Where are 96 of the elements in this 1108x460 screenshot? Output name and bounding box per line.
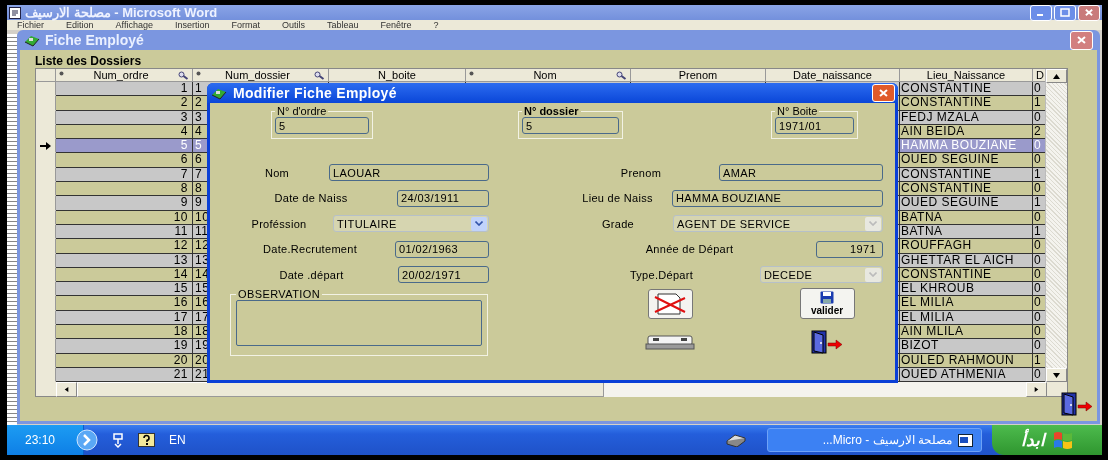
- field-label: Lieu de Naiss: [581, 192, 654, 204]
- menu-item[interactable]: Fichier: [17, 20, 44, 30]
- minimize-button[interactable]: [1030, 5, 1052, 21]
- plug-icon[interactable]: [112, 432, 124, 448]
- close-button[interactable]: [872, 84, 895, 102]
- close-icon: [1076, 35, 1087, 45]
- table-cell: 13: [56, 253, 193, 268]
- dropdown[interactable]: TITULAIRE: [333, 215, 489, 232]
- list-title: Liste des Dossiers: [35, 55, 142, 67]
- table-cell: FEDJ MZALA: [900, 110, 1033, 125]
- language-indicator[interactable]: EN: [169, 433, 186, 447]
- table-cell: 9: [56, 196, 193, 211]
- group-label: N° Boite: [776, 105, 819, 117]
- caret-icon: [869, 221, 877, 226]
- chevron-button-icon[interactable]: [76, 429, 98, 451]
- close-button[interactable]: [1070, 30, 1093, 50]
- field-label: Année de Départ: [644, 243, 735, 255]
- field-label: Type.Départ: [628, 268, 695, 281]
- menu-item[interactable]: Outils: [281, 20, 305, 30]
- scroll-down-button[interactable]: [1046, 368, 1067, 382]
- dropdown-button[interactable]: [471, 216, 487, 231]
- table-cell: OULED RAHMOUN: [900, 353, 1033, 368]
- input-field[interactable]: LAOUAR: [329, 164, 489, 181]
- field-label: Nom: [263, 166, 291, 179]
- input-field[interactable]: HAMMA BOUZIANE: [672, 189, 883, 207]
- table-cell: 20: [56, 353, 193, 368]
- down-arrow-icon: [1053, 372, 1060, 378]
- exit-door-icon[interactable]: [1060, 392, 1094, 418]
- table-cell: 2: [56, 96, 193, 111]
- input-field[interactable]: 1971/01: [775, 117, 854, 134]
- menu-item[interactable]: Tableau: [327, 20, 359, 30]
- text-area[interactable]: [236, 300, 482, 346]
- maximize-button[interactable]: [1054, 5, 1076, 21]
- taskbar-button[interactable]: مصلحة الارسيف - Micro...: [767, 428, 982, 452]
- app-icon: [211, 86, 227, 100]
- table-cell: 16: [56, 296, 193, 311]
- table-cell: BATNA: [900, 210, 1033, 225]
- menu-item[interactable]: Insertion: [174, 20, 210, 30]
- input-field[interactable]: 1971: [816, 240, 883, 258]
- field-label: Prenom: [619, 166, 663, 179]
- search-icon[interactable]: [616, 70, 627, 80]
- table-cell: 6: [56, 153, 193, 168]
- search-icon[interactable]: [314, 70, 325, 80]
- input-field[interactable]: 24/03/1911: [397, 189, 489, 207]
- floppy-icon: [820, 291, 834, 305]
- window-title: Fiche Employé: [45, 32, 144, 48]
- menu-item[interactable]: Affichage: [115, 20, 153, 30]
- vertical-scrollbar[interactable]: [1045, 69, 1067, 382]
- crossed-document-icon: [652, 291, 688, 316]
- menu-item[interactable]: ?: [433, 20, 439, 30]
- table-cell: 10: [56, 210, 193, 225]
- clock: 23:10: [25, 433, 56, 447]
- table-cell: OUED SEGUINE: [900, 196, 1033, 211]
- menu-item[interactable]: Edition: [66, 20, 94, 30]
- input-field[interactable]: 5: [522, 117, 619, 134]
- up-arrow-icon: [1053, 73, 1060, 79]
- save-button[interactable]: valider: [799, 288, 855, 320]
- group-label: N° dossier: [523, 105, 580, 117]
- table-cell: GHETTAR EL AICH: [900, 253, 1033, 268]
- scroll-left-button[interactable]: [56, 382, 77, 397]
- caret-icon: [475, 221, 483, 226]
- scroll-thumb[interactable]: [77, 382, 604, 397]
- document-icon: [958, 433, 973, 447]
- caret-icon: [869, 272, 877, 277]
- table-cell: EL MILIA: [900, 296, 1033, 311]
- left-arrow-icon: [63, 387, 70, 392]
- table-cell: CONSTANTINE: [900, 96, 1033, 111]
- close-button[interactable]: [1078, 5, 1100, 21]
- table-cell: ROUFFAGH: [900, 239, 1033, 254]
- table-cell: 12: [56, 239, 193, 254]
- table-cell: BIZOT: [900, 339, 1033, 354]
- right-arrow-icon: [1033, 387, 1040, 392]
- scroll-up-button[interactable]: [1046, 69, 1067, 83]
- document-icon[interactable]: [9, 6, 21, 19]
- table-cell: 3: [56, 110, 193, 125]
- close-icon: [1084, 8, 1094, 17]
- input-field[interactable]: 01/02/1963: [395, 240, 489, 258]
- flag-icon: [1053, 431, 1073, 449]
- input-field[interactable]: 5: [275, 117, 369, 134]
- arrow-icon: [40, 141, 51, 150]
- help-icon[interactable]: [138, 433, 155, 447]
- menu-item[interactable]: Fenêtre: [380, 20, 412, 30]
- input-field[interactable]: AMAR: [719, 164, 883, 181]
- app-icon: [24, 33, 40, 47]
- scroll-right-button[interactable]: [1026, 382, 1047, 397]
- input-field[interactable]: 20/02/1971: [398, 266, 489, 283]
- table-cell: 19: [56, 339, 193, 354]
- horizontal-scrollbar[interactable]: [56, 382, 1047, 397]
- delete-button[interactable]: [647, 288, 693, 319]
- window-title: مصلحة الارسيف - Microsoft Word: [25, 5, 218, 20]
- maximize-icon: [1060, 8, 1070, 17]
- field-label: Grade: [600, 217, 636, 230]
- menu-item[interactable]: Format: [231, 20, 260, 30]
- close-icon: [878, 88, 889, 98]
- table-cell: OUED SEGUINE: [900, 153, 1033, 168]
- search-icon[interactable]: [178, 70, 189, 80]
